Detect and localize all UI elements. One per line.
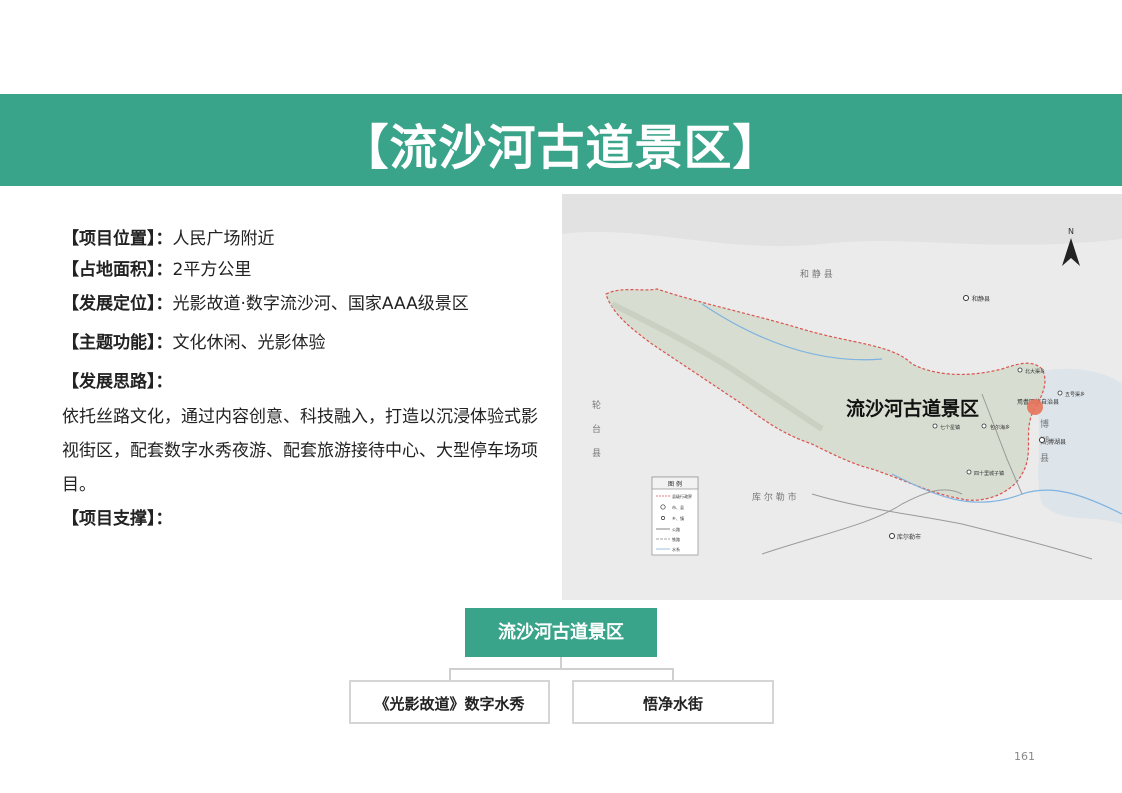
info-function: 【主题功能】：文化休闲、光影体验 bbox=[62, 328, 552, 359]
connector-horizontal bbox=[449, 668, 673, 670]
connector-left bbox=[449, 668, 451, 680]
place-bohu-1: 博 bbox=[1040, 418, 1049, 430]
place-bohu-town: 博湖县 bbox=[1048, 438, 1066, 446]
positioning-label: 【发展定位】： bbox=[62, 294, 173, 314]
legend-item-3: 乡、镇 bbox=[672, 515, 684, 521]
scenic-map-label: 流沙河古道景区 bbox=[846, 397, 979, 420]
function-value: 文化休闲、光影体验 bbox=[172, 333, 326, 353]
area-value: 2平方公里 bbox=[172, 260, 252, 280]
place-hejing-county: 和 静 县 bbox=[800, 268, 833, 280]
title-banner: 【流沙河古道景区】 bbox=[0, 94, 1122, 186]
info-area: 【占地面积】：2平方公里 bbox=[62, 255, 552, 286]
place-wuhao: 五号渠乡 bbox=[1065, 391, 1085, 398]
page-number: 161 bbox=[1014, 750, 1035, 763]
place-beida: 北大渠乡 bbox=[1025, 368, 1045, 375]
function-label: 【主题功能】： bbox=[62, 333, 173, 353]
place-sishilidian: 四十里城子镇 bbox=[974, 470, 1004, 477]
diagram-root-node: 流沙河古道景区 bbox=[465, 608, 657, 657]
project-info: 【项目位置】：人民广场附近 【占地面积】：2平方公里 【发展定位】：光影故道·数… bbox=[62, 224, 552, 535]
place-bohu-3: 县 bbox=[1040, 453, 1049, 464]
north-label: N bbox=[1068, 227, 1074, 236]
place-baoerhai: 包尔海乡 bbox=[990, 424, 1010, 431]
place-luntai-3: 县 bbox=[592, 448, 601, 459]
diagram-child-water-show: 《光影故道》数字水秀 bbox=[349, 680, 550, 724]
info-location: 【项目位置】：人民广场附近 bbox=[62, 224, 552, 255]
connector-right bbox=[672, 668, 674, 680]
positioning-value: 光影故道·数字流沙河、国家AAA级景区 bbox=[172, 294, 469, 314]
location-value: 人民广场附近 bbox=[172, 229, 275, 249]
info-support: 【项目支撑】： bbox=[62, 504, 552, 535]
idea-text: 依托丝路文化，通过内容创意、科技融入，打造以沉浸体验式影视街区，配套数字水秀夜游… bbox=[62, 407, 538, 495]
info-positioning: 【发展定位】：光影故道·数字流沙河、国家AAA级景区 bbox=[62, 289, 552, 320]
legend-item-6: 水系 bbox=[672, 546, 680, 552]
place-luntai-2: 台 bbox=[592, 423, 601, 435]
map-legend: 图 例 县级行政界 市、县 乡、镇 公路 铁路 水系 bbox=[651, 476, 699, 556]
map-canvas: N 和 静 县 和静县 轮 台 县 库 尔 勒 市 博 湖 县 库尔勒市 七个星… bbox=[562, 194, 1122, 600]
place-qigeqing: 七个星镇 bbox=[940, 424, 960, 431]
support-label: 【项目支撑】： bbox=[62, 509, 173, 529]
location-label: 【项目位置】： bbox=[62, 229, 173, 249]
legend-item-1: 县级行政界 bbox=[672, 493, 692, 499]
location-map: N 和 静 县 和静县 轮 台 县 库 尔 勒 市 博 湖 县 库尔勒市 七个星… bbox=[562, 194, 1122, 600]
place-korla: 库 尔 勒 市 bbox=[752, 491, 797, 503]
info-idea: 【发展思路】： bbox=[62, 367, 552, 398]
place-luntai-1: 轮 bbox=[592, 399, 601, 411]
scenic-marker-icon bbox=[1027, 399, 1043, 415]
legend-item-4: 公路 bbox=[672, 526, 680, 532]
legend-item-2: 市、县 bbox=[672, 504, 684, 510]
legend-item-5: 铁路 bbox=[672, 536, 680, 542]
legend-title: 图 例 bbox=[668, 480, 682, 488]
area-label: 【占地面积】： bbox=[62, 260, 173, 280]
place-hejing: 和静县 bbox=[972, 295, 990, 303]
page-title: 【流沙河古道景区】 bbox=[340, 120, 782, 176]
place-korla-city: 库尔勒市 bbox=[897, 533, 921, 541]
diagram-child-water-street: 悟净水街 bbox=[572, 680, 774, 724]
idea-label: 【发展思路】： bbox=[62, 372, 173, 392]
